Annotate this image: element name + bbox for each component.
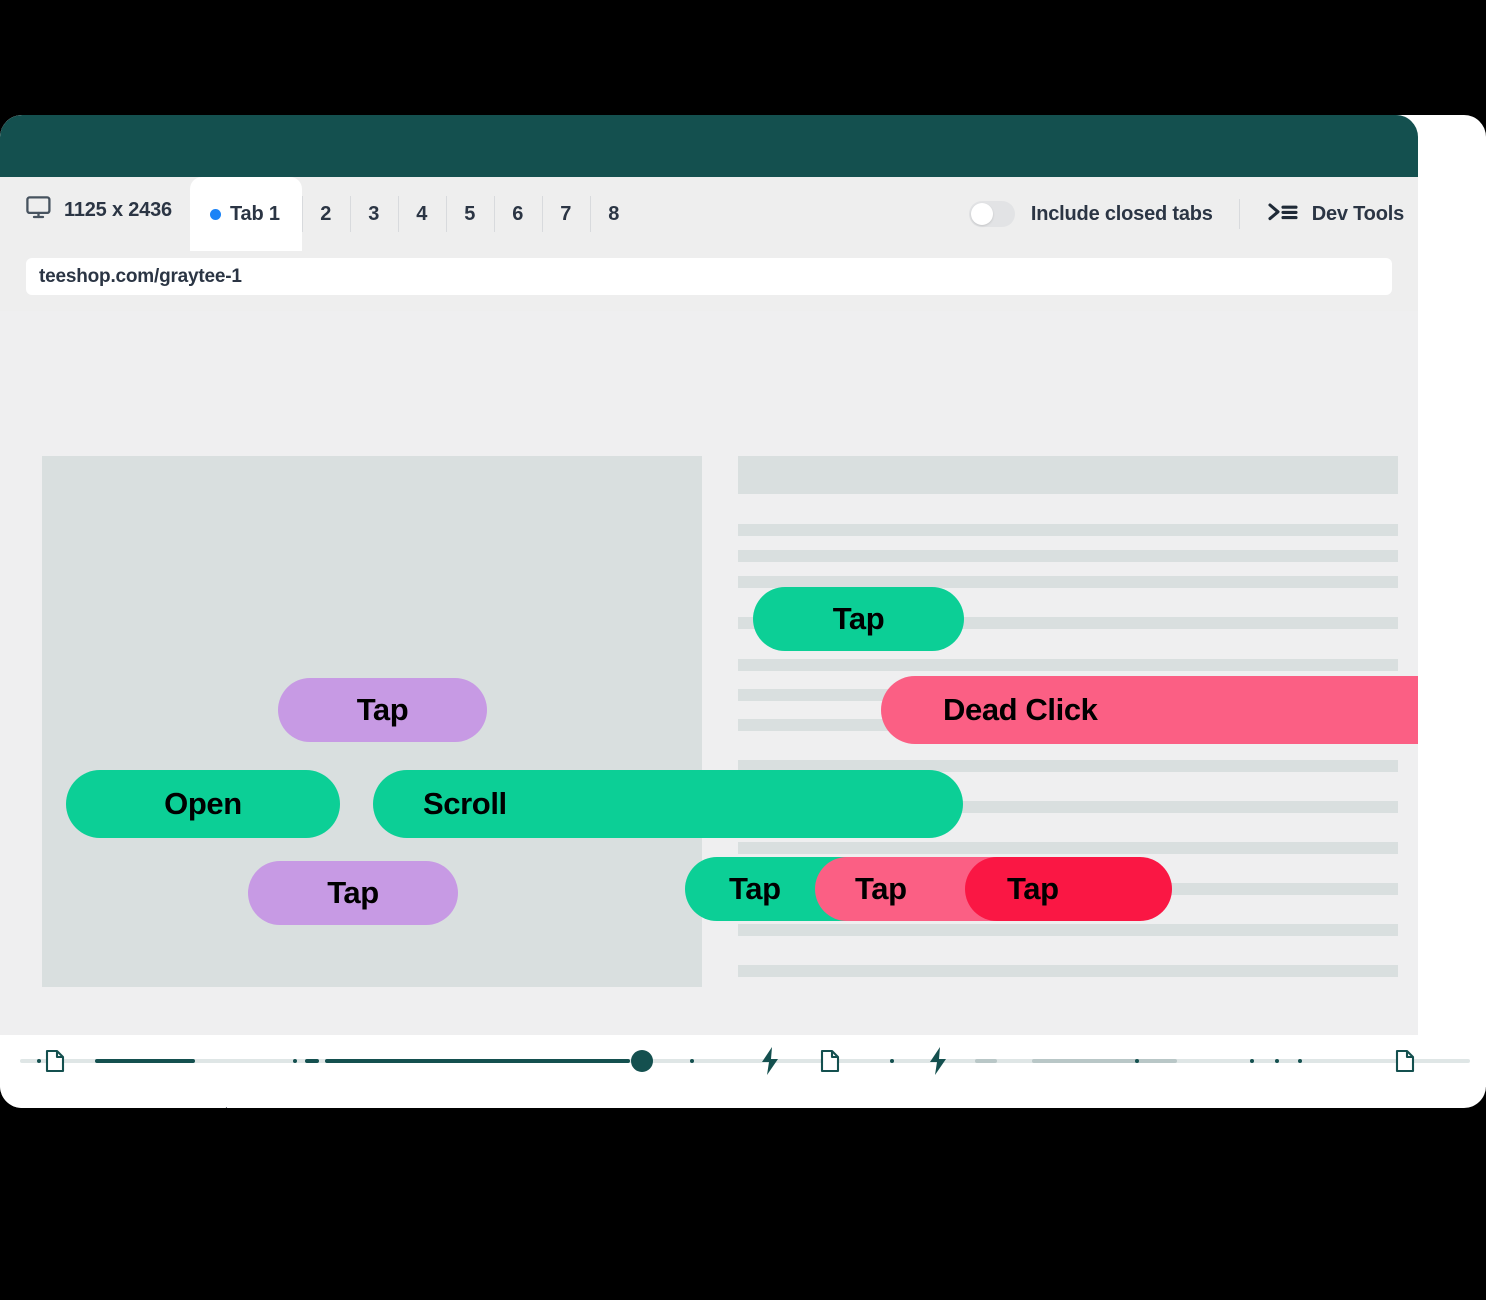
skeleton-line (738, 550, 1398, 562)
full-screen-button[interactable]: Full Screen (1207, 1087, 1418, 1108)
timeline-segment (975, 1059, 997, 1063)
timeline-event-dot[interactable] (293, 1059, 297, 1063)
terminal-icon (1268, 202, 1298, 227)
event-pill-open[interactable]: Open (66, 770, 340, 838)
timeline-bar[interactable] (0, 1035, 1486, 1087)
toggle-track[interactable] (968, 201, 1015, 227)
event-pill-tap[interactable]: Tap (753, 587, 964, 651)
timeline-event-dot[interactable] (1135, 1059, 1139, 1063)
play-button[interactable] (0, 1087, 152, 1108)
event-pill-dead-click[interactable]: Dead Click (881, 676, 1418, 744)
timeline-event-dot[interactable] (890, 1059, 894, 1063)
timeline-segment (1032, 1059, 1177, 1063)
tab-label: 2 (320, 202, 332, 225)
skeleton-line (738, 456, 1398, 494)
skip-inactivity-button[interactable]: Skip Inactivity (959, 1087, 1207, 1108)
playback-time: 15:27 / 30:11 (305, 1087, 512, 1108)
timeline-event-dot[interactable] (1275, 1059, 1279, 1063)
event-pill-label: Tap (729, 871, 781, 906)
timeline-event-dot[interactable] (37, 1059, 41, 1063)
replay-viewport: Tap Open Scroll Tap Tap Dead Click Tap Tap Tap (0, 311, 1418, 1035)
event-pill-label: Scroll (423, 786, 507, 821)
monitor-icon (26, 196, 51, 225)
timeline-event-dot[interactable] (1250, 1059, 1254, 1063)
timeline-segment (325, 1059, 630, 1063)
event-pill-tap[interactable]: Tap (278, 678, 487, 742)
tab-item-1[interactable]: Tab 1 (190, 177, 302, 251)
rewind-icon: 7 (200, 1101, 256, 1108)
address-bar[interactable]: teeshop.com/graytee-1 (26, 258, 1392, 295)
page-icon[interactable] (1395, 1049, 1415, 1078)
tab-label: 3 (368, 202, 380, 225)
tab-item-7[interactable]: 7 (541, 177, 590, 251)
event-pill-label: Dead Click (943, 692, 1098, 727)
event-pill-label: Tap (855, 871, 907, 906)
timeline-event-dot[interactable] (347, 1059, 351, 1063)
timeline-segment (95, 1059, 195, 1063)
timeline-playhead[interactable] (631, 1050, 653, 1072)
tab-label: 7 (560, 202, 572, 225)
note-and-share-button[interactable]: Note and Share (512, 1087, 861, 1108)
page-icon[interactable] (45, 1049, 65, 1078)
event-pill-label: Tap (327, 875, 379, 910)
skeleton-line (738, 924, 1398, 936)
tab-list: Tab 1 2 3 4 5 6 7 8 (190, 177, 638, 251)
dev-tools-label: Dev Tools (1311, 202, 1404, 225)
event-pill-label: Tap (1007, 871, 1059, 906)
toolbar-right-group: Include closed tabs Dev Tools (968, 197, 1404, 231)
address-bar-value: teeshop.com/graytee-1 (39, 265, 242, 287)
include-closed-tabs-label: Include closed tabs (1030, 202, 1213, 225)
player-controls: 7 15:27 / 30:11 Note and Share (0, 1087, 1418, 1108)
tab-label: 4 (416, 202, 428, 225)
skeleton-line (738, 842, 1398, 854)
viewport-size-label: 1125 x 2436 (64, 199, 172, 221)
timeline-segment (305, 1059, 319, 1063)
rewind-button[interactable]: 7 (152, 1087, 304, 1108)
tab-label: 5 (464, 202, 476, 225)
event-pill-tap[interactable]: Tap (965, 857, 1172, 921)
skeleton-line (738, 659, 1398, 671)
include-closed-tabs-toggle[interactable]: Include closed tabs (968, 201, 1239, 227)
skeleton-line (738, 524, 1398, 536)
window-titlebar (0, 115, 1418, 177)
tab-label: Tab 1 (230, 202, 280, 225)
tab-item-4[interactable]: 4 (397, 177, 446, 251)
timeline-event-dot[interactable] (1298, 1059, 1302, 1063)
tab-label: 8 (608, 202, 620, 225)
skeleton-line (738, 965, 1398, 977)
tab-item-6[interactable]: 6 (493, 177, 542, 251)
event-pill-scroll[interactable]: Scroll (373, 770, 963, 838)
dev-tools-button[interactable]: Dev Tools (1240, 202, 1404, 227)
tab-item-3[interactable]: 3 (349, 177, 398, 251)
browser-window: 1125 x 2436 Tab 1 2 3 4 5 6 7 8 Include … (0, 115, 1486, 1108)
timeline-event-dot[interactable] (690, 1059, 694, 1063)
viewport-size: 1125 x 2436 (26, 196, 172, 225)
lightning-icon[interactable] (760, 1046, 780, 1081)
tab-item-2[interactable]: 2 (301, 177, 350, 251)
timeline-track[interactable] (20, 1050, 1470, 1072)
tab-active-dot-icon (210, 208, 221, 220)
event-pill-label: Tap (356, 692, 409, 727)
toggle-knob (970, 203, 993, 225)
event-pill-label: Tap (832, 601, 885, 636)
playback-speed-button[interactable]: 1X (860, 1087, 959, 1108)
event-pill-label: Open (164, 786, 242, 821)
screenshot-root: 1125 x 2436 Tab 1 2 3 4 5 6 7 8 Include … (0, 0, 1486, 1300)
lightning-icon[interactable] (928, 1046, 948, 1081)
tab-strip: 1125 x 2436 Tab 1 2 3 4 5 6 7 8 Include … (0, 177, 1418, 251)
page-icon[interactable] (820, 1049, 840, 1078)
tab-label: 6 (512, 202, 524, 225)
event-pill-tap[interactable]: Tap (248, 861, 458, 925)
tab-item-8[interactable]: 8 (589, 177, 638, 251)
tab-item-5[interactable]: 5 (445, 177, 494, 251)
